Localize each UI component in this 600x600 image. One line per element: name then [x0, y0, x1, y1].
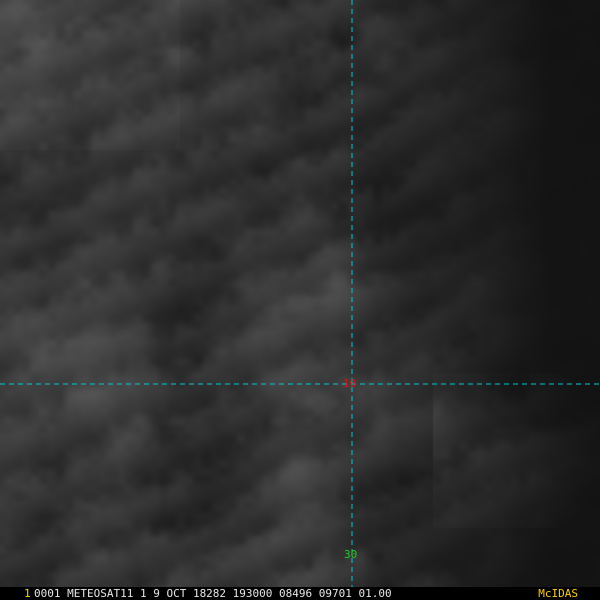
satellite-image: [0, 0, 600, 600]
latitude-label: 10: [343, 377, 357, 390]
satellite-viewer: 10 30 1 0001 METEOSAT11 1 9 OCT 18282 19…: [0, 0, 600, 600]
image-metadata-text: 0001 METEOSAT11 1 9 OCT 18282 193000 084…: [34, 587, 392, 600]
frame-number: 1: [24, 587, 31, 600]
status-bar: 1 0001 METEOSAT11 1 9 OCT 18282 193000 0…: [0, 587, 600, 600]
longitude-label: 30: [344, 548, 358, 561]
mcidas-brand: McIDAS: [538, 587, 578, 600]
